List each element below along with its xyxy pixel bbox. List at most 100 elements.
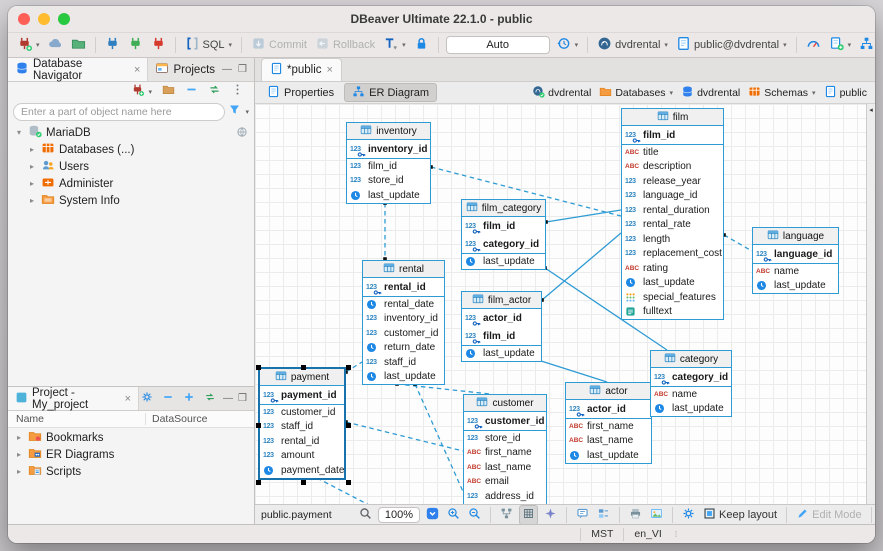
er-column-inventory_id[interactable]: 123inventory_id: [347, 140, 430, 158]
er-column-payment_id[interactable]: 123payment_id: [260, 386, 344, 404]
nav-new-folder-button[interactable]: [160, 82, 177, 102]
proj-link-button[interactable]: [202, 390, 218, 407]
er-column-rental_id[interactable]: 123rental_id: [363, 278, 444, 296]
er-column-category_id[interactable]: 123category_id: [651, 368, 731, 386]
breadcrumb-dvdrental[interactable]: dvdrental: [532, 85, 591, 101]
status-item-en_vi[interactable]: en_VI: [623, 528, 671, 541]
minimize-panel-icon[interactable]: —: [222, 64, 232, 75]
tree-item-users[interactable]: ▸Users: [8, 158, 254, 175]
selection-handle[interactable]: [256, 365, 261, 370]
chevron-right-icon[interactable]: ▸: [14, 467, 24, 476]
er-column-release_year[interactable]: 123release_year: [622, 174, 723, 189]
tab-public-editor[interactable]: *public ×: [261, 58, 342, 81]
transaction-mode-button[interactable]: ▾: [381, 35, 408, 55]
er-table-payment[interactable]: payment123payment_id123customer_id123sta…: [258, 367, 346, 480]
tree-item-administer[interactable]: ▸Administer: [8, 175, 254, 192]
chevron-right-icon[interactable]: ▸: [14, 433, 24, 442]
toggle-grid-button[interactable]: [519, 505, 538, 525]
er-column-actor_id[interactable]: 123actor_id: [462, 309, 541, 327]
status-item-mst[interactable]: MST: [580, 528, 623, 541]
er-column-first_name[interactable]: ABCfirst_name: [464, 446, 546, 461]
er-diagram-canvas[interactable]: inventory123inventory_id123film_id123sto…: [255, 104, 866, 504]
breadcrumb-dvdrental[interactable]: dvdrental: [681, 85, 740, 101]
tree-item-scripts[interactable]: ▸Scripts: [8, 463, 254, 480]
er-table-inventory[interactable]: inventory123inventory_id123film_id123sto…: [346, 122, 431, 204]
nav-view-menu-button[interactable]: [229, 82, 246, 102]
er-column-special_features[interactable]: special_features: [622, 290, 723, 305]
er-column-film_id[interactable]: 123film_id: [462, 217, 545, 235]
er-table-rental[interactable]: rental123rental_idrental_date123inventor…: [362, 260, 445, 385]
er-column-replacement_cost[interactable]: 123replacement_cost: [622, 247, 723, 262]
tree-item-mariadb[interactable]: ▾MariaDB: [8, 124, 254, 141]
er-table-actor[interactable]: actor123actor_idABCfirst_nameABClast_nam…: [565, 382, 652, 464]
er-column-customer_id[interactable]: 123customer_id: [363, 326, 444, 341]
tree-item-bookmarks[interactable]: ▸Bookmarks: [8, 429, 254, 446]
tab-project[interactable]: Project - My_project ×: [8, 387, 139, 410]
show-palette-button[interactable]: [595, 506, 612, 524]
proj-settings-button[interactable]: [139, 390, 155, 407]
selection-handle[interactable]: [301, 480, 306, 485]
sql-editor-button[interactable]: SQL▾: [183, 35, 235, 55]
nav-new-connection-button[interactable]: ▾: [129, 82, 154, 102]
er-column-rental_date[interactable]: rental_date: [363, 297, 444, 312]
close-window-button[interactable]: [18, 13, 30, 25]
restore-panel-icon[interactable]: ◂: [869, 107, 873, 114]
tab-properties[interactable]: Properties: [260, 83, 341, 102]
close-icon[interactable]: ×: [134, 64, 140, 76]
selection-handle[interactable]: [256, 423, 261, 428]
minimize-window-button[interactable]: [38, 13, 50, 25]
er-column-last_update[interactable]: last_update: [462, 346, 541, 361]
er-table-header[interactable]: film_category: [462, 200, 545, 217]
tree-item-system-info[interactable]: ▸System Info: [8, 192, 254, 209]
zoom-out-button[interactable]: [466, 506, 483, 524]
er-column-fulltext[interactable]: fulltext: [622, 305, 723, 320]
er-column-rental_id[interactable]: 123rental_id: [260, 434, 344, 449]
minimize-panel-icon[interactable]: —: [223, 393, 233, 404]
filter-icon[interactable]: [228, 103, 241, 121]
maximize-panel-icon[interactable]: ❒: [238, 64, 247, 75]
er-column-email[interactable]: ABCemail: [464, 475, 546, 490]
er-table-category[interactable]: category123category_idABCnamelast_update: [650, 350, 732, 417]
er-column-last_update[interactable]: last_update: [753, 279, 838, 294]
tab-projects[interactable]: Projects: [148, 58, 222, 81]
chevron-right-icon[interactable]: ▸: [27, 179, 37, 188]
er-column-last_update[interactable]: last_update: [622, 276, 723, 291]
export-image-button[interactable]: [648, 506, 665, 524]
breadcrumb-public[interactable]: public: [824, 85, 867, 101]
nav-collapse-all-button[interactable]: [183, 82, 200, 102]
selection-handle[interactable]: [346, 480, 351, 485]
er-column-store_id[interactable]: 123store_id: [347, 174, 430, 189]
er-column-inventory_id[interactable]: 123inventory_id: [363, 312, 444, 327]
print-diagram-button[interactable]: [627, 506, 644, 524]
collapsed-panel-strip[interactable]: ◂: [866, 104, 875, 504]
er-column-activebool[interactable]: ABCactivebool: [464, 504, 546, 505]
chevron-right-icon[interactable]: ▸: [14, 450, 24, 459]
er-column-staff_id[interactable]: 123staff_id: [363, 355, 444, 370]
er-column-customer_id[interactable]: 123customer_id: [464, 412, 546, 430]
selection-handle[interactable]: [346, 423, 351, 428]
zoom-level-combo[interactable]: 100%: [378, 507, 420, 523]
dashboard-button[interactable]: [804, 35, 823, 55]
selection-handle[interactable]: [256, 480, 261, 485]
connection-folder-button[interactable]: [69, 35, 88, 55]
proj-collapse-button[interactable]: [160, 390, 176, 407]
er-column-description[interactable]: ABCdescription: [622, 160, 723, 175]
er-table-header[interactable]: language: [753, 228, 838, 245]
er-table-header[interactable]: payment: [260, 369, 344, 386]
er-column-rental_rate[interactable]: 123rental_rate: [622, 218, 723, 233]
er-column-length[interactable]: 123length: [622, 232, 723, 247]
object-filter-input[interactable]: Enter a part of object name here: [13, 103, 225, 121]
active-catalog-button[interactable]: public@dvdrental▾: [674, 35, 789, 55]
er-table-header[interactable]: film_actor: [462, 292, 541, 309]
diagram-search-button[interactable]: [357, 506, 374, 524]
commit-button[interactable]: Commit: [249, 35, 309, 55]
invalidate-reconnect-button[interactable]: [126, 35, 145, 55]
er-column-last_update[interactable]: last_update: [651, 402, 731, 417]
cloud-connections-button[interactable]: [46, 35, 65, 55]
diagram-settings-button[interactable]: [680, 506, 697, 524]
er-column-last_update[interactable]: last_update: [347, 188, 430, 203]
er-table-film_category[interactable]: film_category123film_id123category_idlas…: [461, 199, 546, 270]
edit-mode-button[interactable]: Edit Mode: [794, 506, 864, 524]
er-column-last_update[interactable]: last_update: [363, 370, 444, 385]
er-column-last_name[interactable]: ABClast_name: [464, 460, 546, 475]
